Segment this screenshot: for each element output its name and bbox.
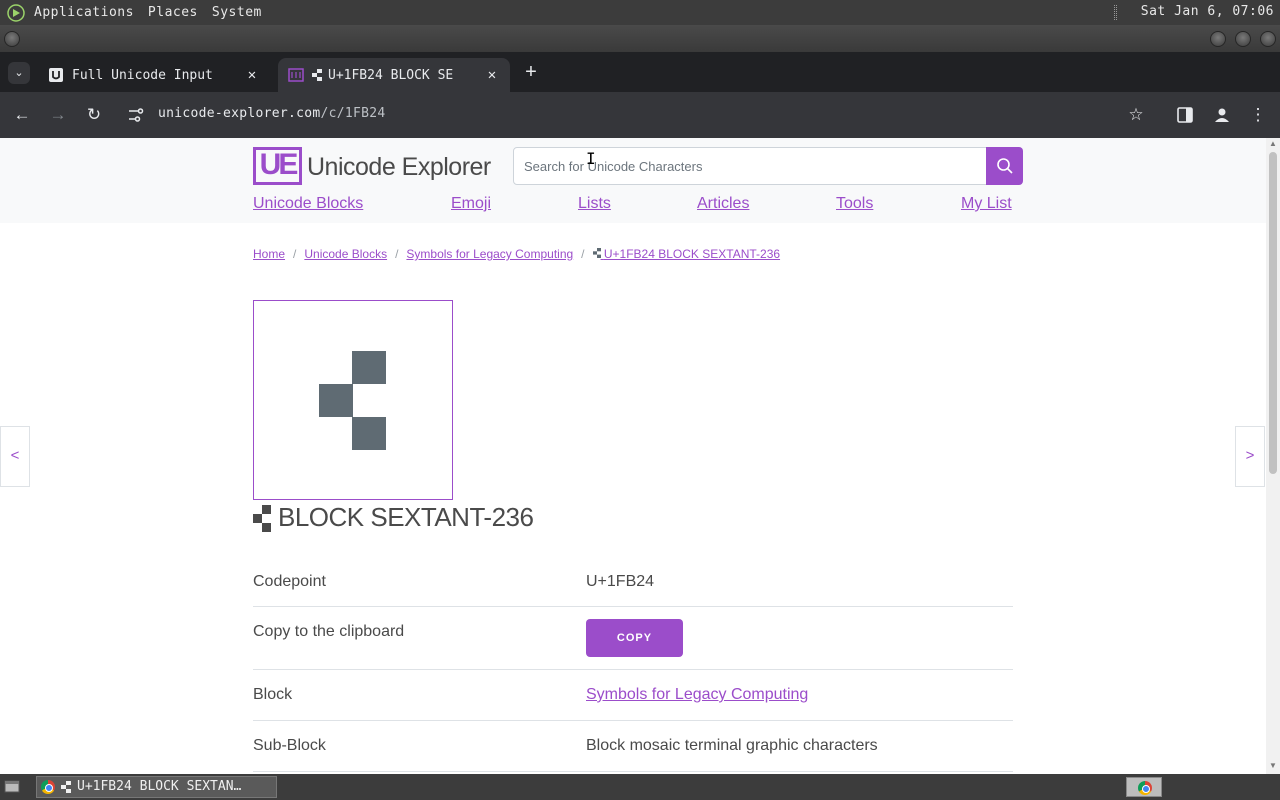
glyph-cell-row1-right — [352, 351, 386, 384]
nav-articles[interactable]: Articles — [697, 195, 749, 213]
sextant-glyph-icon — [253, 503, 273, 533]
side-panel-icon[interactable] — [1176, 106, 1194, 124]
nav-tools[interactable]: Tools — [836, 195, 873, 213]
close-window-button[interactable] — [1260, 31, 1276, 47]
chevron-down-icon: ⌄ — [14, 67, 24, 79]
previous-character-button[interactable]: < — [0, 426, 30, 487]
sextant-glyph-icon — [592, 248, 601, 258]
profile-icon[interactable] — [1212, 105, 1232, 125]
search-icon — [996, 158, 1013, 174]
maximize-button[interactable] — [1235, 31, 1251, 47]
property-row-sub-block: Sub-Block Block mosaic terminal graphic … — [253, 721, 1013, 772]
property-value: Block mosaic terminal graphic characters — [586, 737, 878, 754]
character-name: BLOCK SEXTANT-236 — [278, 502, 534, 532]
property-key: Block — [253, 686, 293, 703]
property-key: Copy to the clipboard — [253, 623, 405, 640]
tab-search-button[interactable]: ⌄ — [8, 62, 30, 84]
taskbar-window-title: U+1FB24 BLOCK SEXTAN… — [77, 779, 242, 794]
nav-lists[interactable]: Lists — [578, 195, 611, 213]
property-key: Sub-Block — [253, 737, 326, 754]
unicode-explorer-icon — [288, 68, 304, 82]
gnome-foot-icon[interactable] — [6, 3, 26, 23]
close-icon[interactable]: ✕ — [242, 67, 262, 83]
breadcrumb-current[interactable]: U+1FB24 BLOCK SEXTANT-236 — [592, 247, 781, 261]
sextant-glyph-icon — [312, 69, 322, 81]
page-scrollbar[interactable]: ▲ ▼ — [1266, 138, 1280, 774]
window-title-bar[interactable] — [0, 25, 1280, 52]
chrome-icon — [41, 780, 55, 794]
new-tab-button[interactable]: + — [520, 62, 542, 84]
clock[interactable]: Sat Jan 6, 07:06 — [1141, 4, 1274, 19]
window-menu-button[interactable] — [4, 31, 20, 47]
bookmark-star-icon[interactable]: ☆ — [1124, 103, 1148, 127]
property-key: Codepoint — [253, 573, 326, 590]
scroll-up-icon[interactable]: ▲ — [1269, 140, 1277, 148]
url-host: unicode-explorer.com — [158, 106, 321, 121]
url-path: /c/1FB24 — [320, 106, 386, 121]
site-logo-text[interactable]: Unicode Explorer — [307, 153, 491, 182]
breadcrumb-current-label: U+1FB24 BLOCK SEXTANT-236 — [603, 247, 781, 261]
address-bar[interactable]: unicode-explorer.com/c/1FB24 — [158, 106, 386, 121]
tab-title: U+1FB24 BLOCK SE — [328, 67, 454, 83]
back-arrow-icon[interactable]: ← — [10, 103, 34, 127]
tab-title: Full Unicode Input — [72, 67, 213, 83]
breadcrumb-unicode-blocks[interactable]: Unicode Blocks — [304, 247, 387, 261]
tab-full-unicode-input[interactable]: Full Unicode Input ✕ — [38, 58, 270, 92]
breadcrumb: Home / Unicode Blocks / Symbols for Legacy C… — [253, 247, 780, 261]
sextant-glyph-icon — [61, 781, 71, 793]
breadcrumb-separator: / — [581, 247, 585, 261]
forward-arrow-icon[interactable]: → — [46, 103, 70, 127]
search-button[interactable] — [986, 147, 1023, 185]
scroll-down-icon[interactable]: ▼ — [1269, 762, 1277, 770]
site-info-icon[interactable] — [126, 105, 146, 125]
reload-icon[interactable]: ↻ — [82, 103, 106, 127]
kebab-menu-icon[interactable]: ⋮ — [1246, 103, 1270, 127]
breadcrumb-home[interactable]: Home — [253, 247, 285, 261]
places-menu[interactable]: Places — [148, 5, 198, 20]
browser-toolbar: ← → ↻ unicode-explorer.com/c/1FB24 ☆ ⋮ — [0, 92, 1280, 138]
breadcrumb-separator: / — [395, 247, 399, 261]
copy-button[interactable]: COPY — [586, 619, 683, 657]
property-row-codepoint: Codepoint U+1FB24 — [253, 558, 1013, 607]
site-header: UE Unicode Explorer Unicode Blocks Emoji… — [0, 138, 1266, 223]
top-panel: Applications Places System Sat Jan 6, 07… — [0, 0, 1280, 25]
close-icon[interactable]: ✕ — [482, 67, 502, 83]
next-character-button[interactable]: > — [1235, 426, 1265, 487]
system-menu[interactable]: System — [212, 5, 262, 20]
bottom-panel: U+1FB24 BLOCK SEXTAN… — [0, 774, 1280, 800]
nav-emoji[interactable]: Emoji — [451, 195, 491, 213]
breadcrumb-separator: / — [293, 247, 297, 261]
tab-strip: ⌄ Full Unicode Input ✕ U+1FB24 BLOCK SE … — [0, 52, 1280, 92]
character-glyph-preview — [253, 300, 453, 500]
text-cursor-icon: I — [586, 149, 596, 168]
minimize-button[interactable] — [1210, 31, 1226, 47]
site-logo-mark[interactable]: UE — [253, 147, 302, 185]
breadcrumb-block[interactable]: Symbols for Legacy Computing — [406, 247, 573, 261]
character-title: BLOCK SEXTANT-236 — [253, 502, 534, 533]
show-desktop-icon[interactable] — [4, 779, 20, 795]
nav-unicode-blocks[interactable]: Unicode Blocks — [253, 195, 363, 213]
tray-chrome-button[interactable] — [1126, 777, 1162, 797]
unicode-input-icon — [49, 68, 63, 82]
panel-separator — [1114, 5, 1117, 20]
applications-menu[interactable]: Applications — [34, 5, 134, 20]
tab-unicode-explorer[interactable]: U+1FB24 BLOCK SE ✕ — [278, 58, 510, 92]
page-viewport: UE Unicode Explorer Unicode Blocks Emoji… — [0, 138, 1280, 774]
nav-my-list[interactable]: My List — [961, 195, 1012, 213]
property-row-copy: Copy to the clipboard COPY — [253, 607, 1013, 670]
taskbar-window-button[interactable]: U+1FB24 BLOCK SEXTAN… — [36, 776, 277, 798]
glyph-cell-row2-left — [319, 384, 353, 417]
glyph-cell-row3-right — [352, 417, 386, 450]
block-link[interactable]: Symbols for Legacy Computing — [586, 686, 808, 703]
scroll-thumb[interactable] — [1269, 152, 1277, 474]
chrome-icon — [1138, 781, 1152, 795]
search-input[interactable] — [513, 147, 987, 185]
property-row-block: Block Symbols for Legacy Computing — [253, 670, 1013, 721]
property-value: U+1FB24 — [586, 573, 655, 590]
